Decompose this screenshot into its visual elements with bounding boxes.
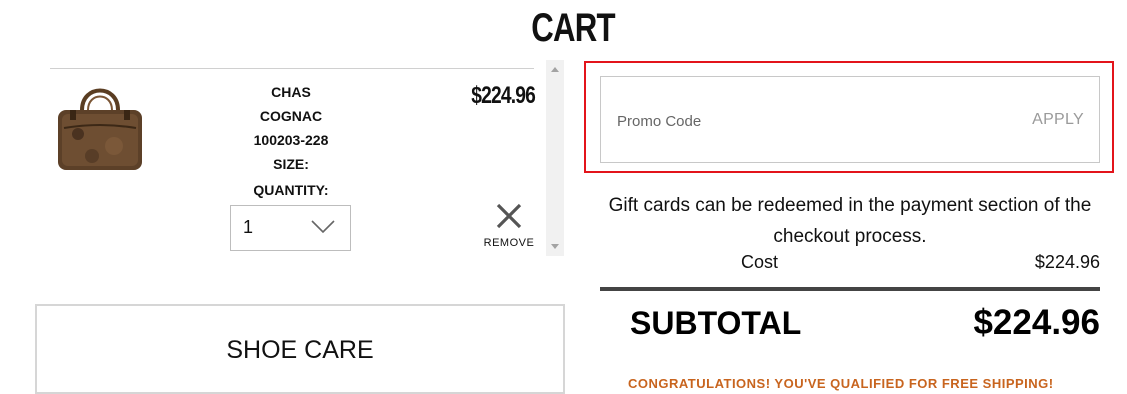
shoe-care-label: SHOE CARE [226,336,374,364]
item-quantity-label: QUANTITY: [253,182,329,198]
subtotal-label: SUBTOTAL [630,305,802,341]
cart-divider [50,68,534,69]
quantity-value: 1 [243,217,254,237]
item-name: CHAS [271,84,311,100]
apply-button[interactable]: APPLY [1032,111,1084,129]
item-details: CHAS COGNAC 100203-228 SIZE: QUANTITY: [230,80,352,202]
cart-scrollbar[interactable] [546,60,564,256]
quantity-select[interactable]: 1 [230,205,351,251]
cost-value: $224.96 [1034,252,1100,272]
item-sku: 100203-228 [253,132,329,148]
cart-item-panel: CHAS COGNAC 100203-228 SIZE: QUANTITY: $… [50,60,565,256]
summary-divider [600,287,1100,291]
promo-code-box: APPLY [600,76,1100,163]
product-image[interactable] [52,76,148,176]
scroll-down-arrow-icon[interactable] [551,244,559,249]
free-shipping-message: CONGRATULATIONS! YOU'VE QUALIFIED FOR FR… [628,376,1054,391]
gift-card-note: Gift cards can be redeemed in the paymen… [608,195,1092,247]
shoe-care-button[interactable]: SHOE CARE [35,304,565,394]
scroll-up-arrow-icon[interactable] [551,67,559,72]
item-size-label: SIZE: [273,156,309,172]
subtotal-value: $224.96 [973,303,1100,342]
close-icon [495,203,523,234]
cost-label: Cost [741,252,779,272]
page-title: CART [531,6,615,50]
chevron-down-icon [311,220,335,239]
item-price: $224.96 [471,82,536,109]
remove-button[interactable]: REMOVE [482,202,536,252]
item-color: COGNAC [259,108,323,124]
remove-label: REMOVE [483,237,535,249]
promo-code-input[interactable] [615,97,999,145]
